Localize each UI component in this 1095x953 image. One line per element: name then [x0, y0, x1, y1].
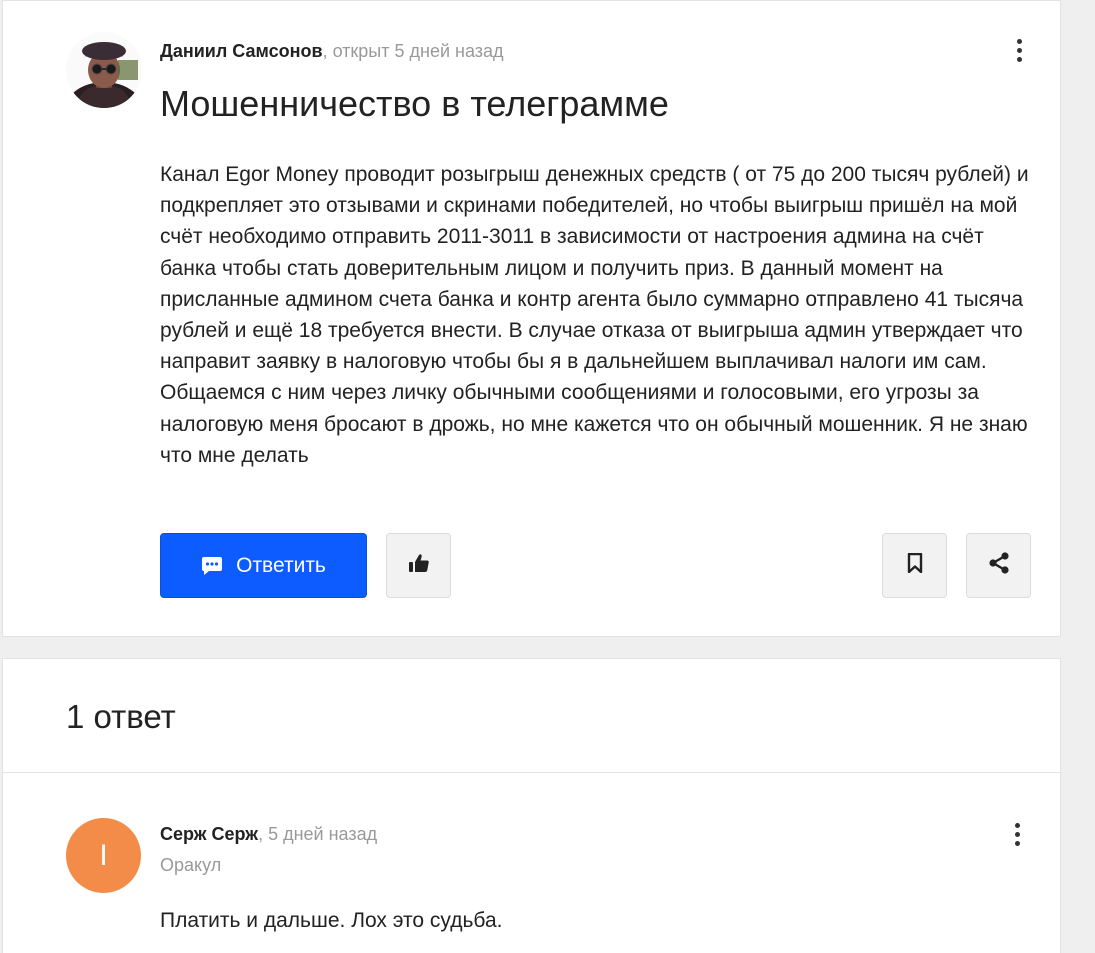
author-avatar[interactable] [66, 32, 142, 108]
answer-time: 5 дней назад [268, 824, 378, 844]
answer-menu-icon[interactable] [1007, 819, 1027, 849]
reply-button-label: Ответить [236, 553, 326, 577]
share-button[interactable] [966, 533, 1031, 598]
meta-separator: , [258, 824, 264, 844]
author-name[interactable]: Даниил Самсонов [160, 41, 323, 61]
meta-separator: , [322, 41, 328, 61]
share-icon [987, 551, 1011, 580]
answer-author-avatar[interactable]: I [66, 818, 141, 893]
answer-author-name[interactable]: Серж Серж [160, 824, 258, 844]
bookmark-icon [907, 552, 923, 578]
question-meta: Даниил Самсонов, открыт 5 дней назад [160, 40, 504, 62]
question-menu-icon[interactable] [1009, 35, 1029, 65]
question-title: Мошенничество в телеграмме [160, 83, 669, 124]
answer-author-role: Оракул [160, 855, 222, 875]
question-body: Канал Egor Money проводит розыгрыш денеж… [160, 163, 1029, 467]
comment-dots-icon [201, 556, 223, 576]
divider [3, 772, 1060, 773]
opened-time: открыт 5 дней назад [332, 41, 504, 61]
reply-button[interactable]: Ответить [160, 533, 367, 598]
answer-body: Платить и дальше. Лох это судьба. [160, 909, 503, 932]
question-card: Даниил Самсонов, открыт 5 дней назад Мош… [2, 0, 1061, 637]
like-button[interactable] [386, 533, 451, 598]
page: Даниил Самсонов, открыт 5 дней назад Мош… [0, 0, 1095, 953]
bookmark-button[interactable] [882, 533, 947, 598]
answers-card: 1 ответ I Серж Серж, 5 дней назад Оракул… [2, 658, 1061, 953]
avatar-letter: I [99, 838, 108, 872]
thumbs-up-icon [408, 553, 430, 578]
answer-meta: Серж Серж, 5 дней назад [160, 823, 377, 845]
answers-count-heading: 1 ответ [66, 698, 176, 735]
